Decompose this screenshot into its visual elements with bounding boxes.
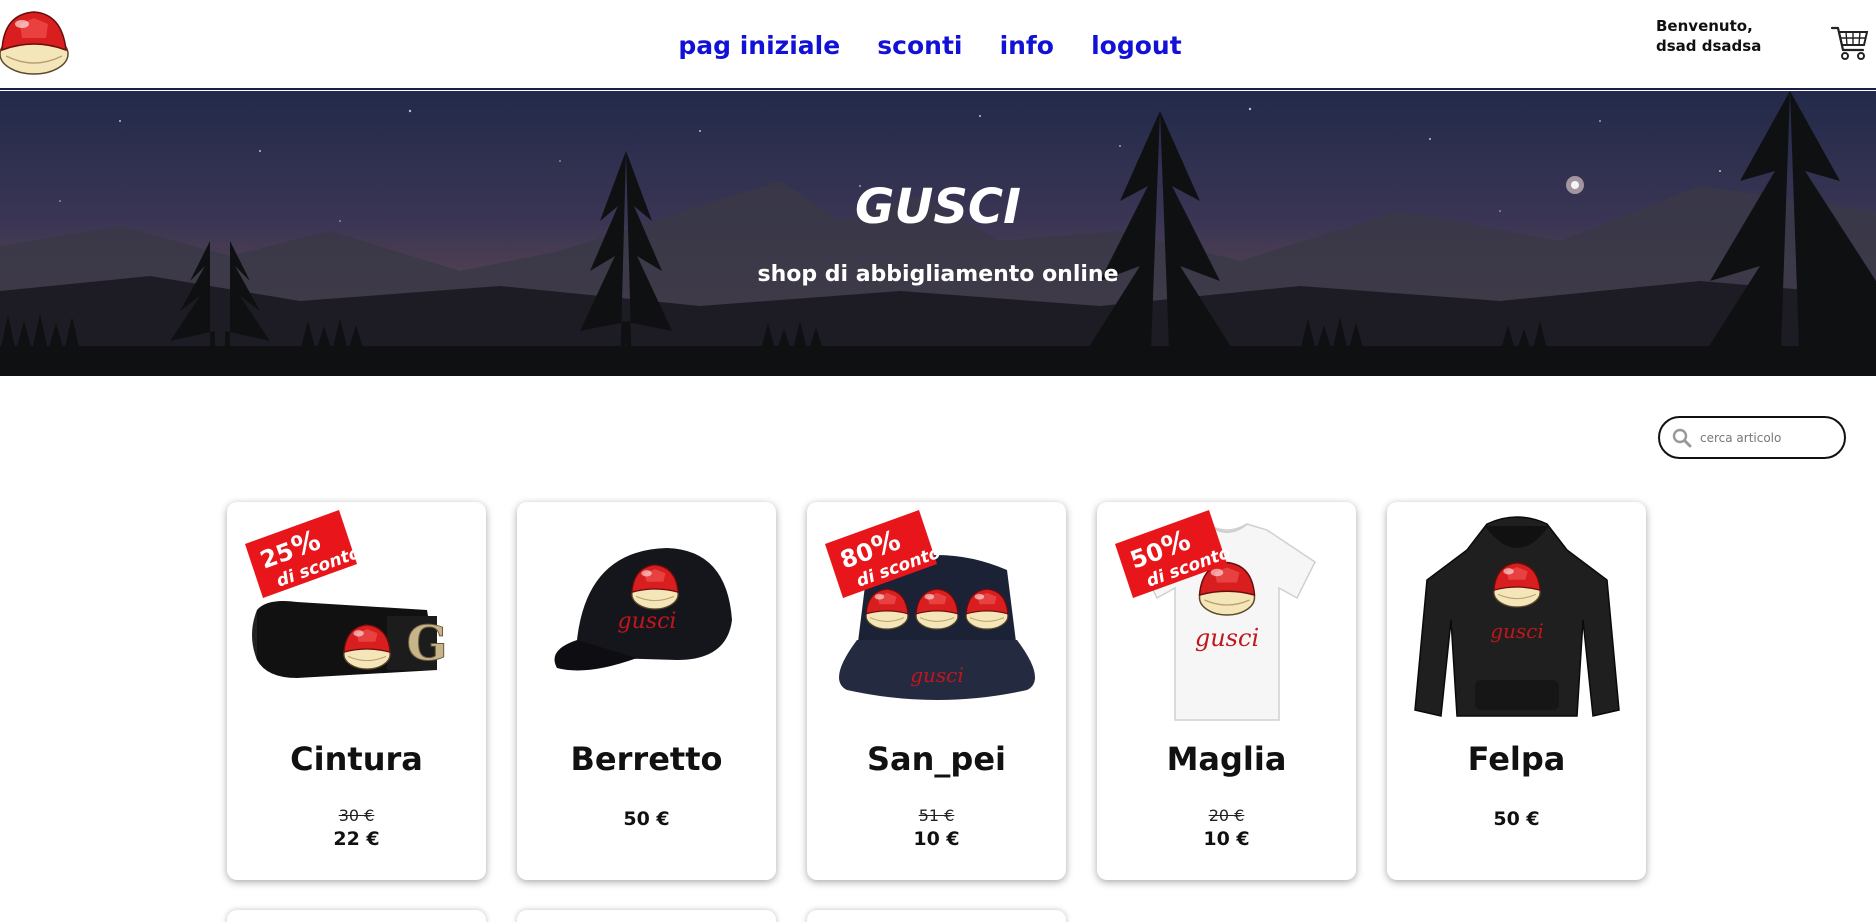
hero-title: GUSCI: [854, 179, 1022, 235]
brand-print: gusci: [910, 663, 964, 687]
brand-print: gusci: [618, 609, 677, 634]
search-box: [1658, 416, 1846, 459]
product-card-maglia[interactable]: gusci 50 % di sconto Maglia 20 € 10 €: [1097, 502, 1356, 880]
product-old-price: 51 €: [918, 806, 955, 825]
welcome-message: Benvenuto, dsad dsadsa: [1656, 16, 1761, 56]
hoodie-image: gusci: [1414, 516, 1620, 717]
nav-link-discounts[interactable]: sconti: [877, 28, 962, 64]
product-card-partial[interactable]: [227, 910, 486, 922]
svg-text:G: G: [407, 616, 448, 672]
product-card-partial[interactable]: [807, 910, 1066, 922]
product-price: 50 €: [1493, 808, 1540, 830]
product-card-partial[interactable]: [517, 910, 776, 922]
product-price: 22 €: [333, 828, 380, 850]
product-card-san-pei[interactable]: gusci 80 % di sconto San_pei 51 € 10 €: [807, 502, 1066, 880]
product-name: Felpa: [1467, 740, 1566, 778]
product-card-berretto[interactable]: gusci Berretto 50 €: [517, 502, 776, 880]
welcome-username: dsad dsadsa: [1656, 37, 1762, 55]
nav-link-info[interactable]: info: [1000, 28, 1054, 64]
product-price: 50 €: [623, 808, 670, 830]
hero-subtitle: shop di abbigliamento online: [757, 262, 1119, 287]
product-name: Berretto: [570, 740, 723, 778]
main-nav: pag iniziale sconti info logout: [0, 28, 1876, 64]
welcome-greeting: Benvenuto,: [1656, 17, 1753, 35]
cap-image: gusci: [554, 548, 732, 671]
product-price: 10 €: [1203, 828, 1250, 850]
shopping-cart-icon[interactable]: [1830, 22, 1870, 62]
product-card-cintura[interactable]: G 25 % di sconto Cintura 30 € 22 €: [227, 502, 486, 880]
discount-badge: 80 % di sconto: [825, 510, 943, 598]
product-card-felpa[interactable]: gusci Felpa 50 €: [1387, 502, 1646, 880]
search-input[interactable]: [1700, 426, 1836, 450]
site-header: pag iniziale sconti info logout Benvenut…: [0, 0, 1876, 90]
brand-print: gusci: [1490, 619, 1544, 643]
product-name: Cintura: [290, 740, 423, 778]
product-name: San_pei: [867, 740, 1006, 778]
product-name: Maglia: [1166, 740, 1287, 778]
product-old-price: 20 €: [1208, 806, 1245, 825]
discount-badge: 50 % di sconto: [1115, 510, 1233, 598]
product-price: 10 €: [913, 828, 960, 850]
hero-banner: GUSCI shop di abbigliamento online: [0, 91, 1876, 376]
nav-link-home[interactable]: pag iniziale: [678, 28, 840, 64]
brand-print: gusci: [1195, 624, 1259, 652]
product-old-price: 30 €: [338, 806, 375, 825]
nav-link-logout[interactable]: logout: [1091, 28, 1182, 64]
search-icon[interactable]: [1672, 428, 1692, 448]
discount-badge: 25 % di sconto: [245, 510, 363, 598]
